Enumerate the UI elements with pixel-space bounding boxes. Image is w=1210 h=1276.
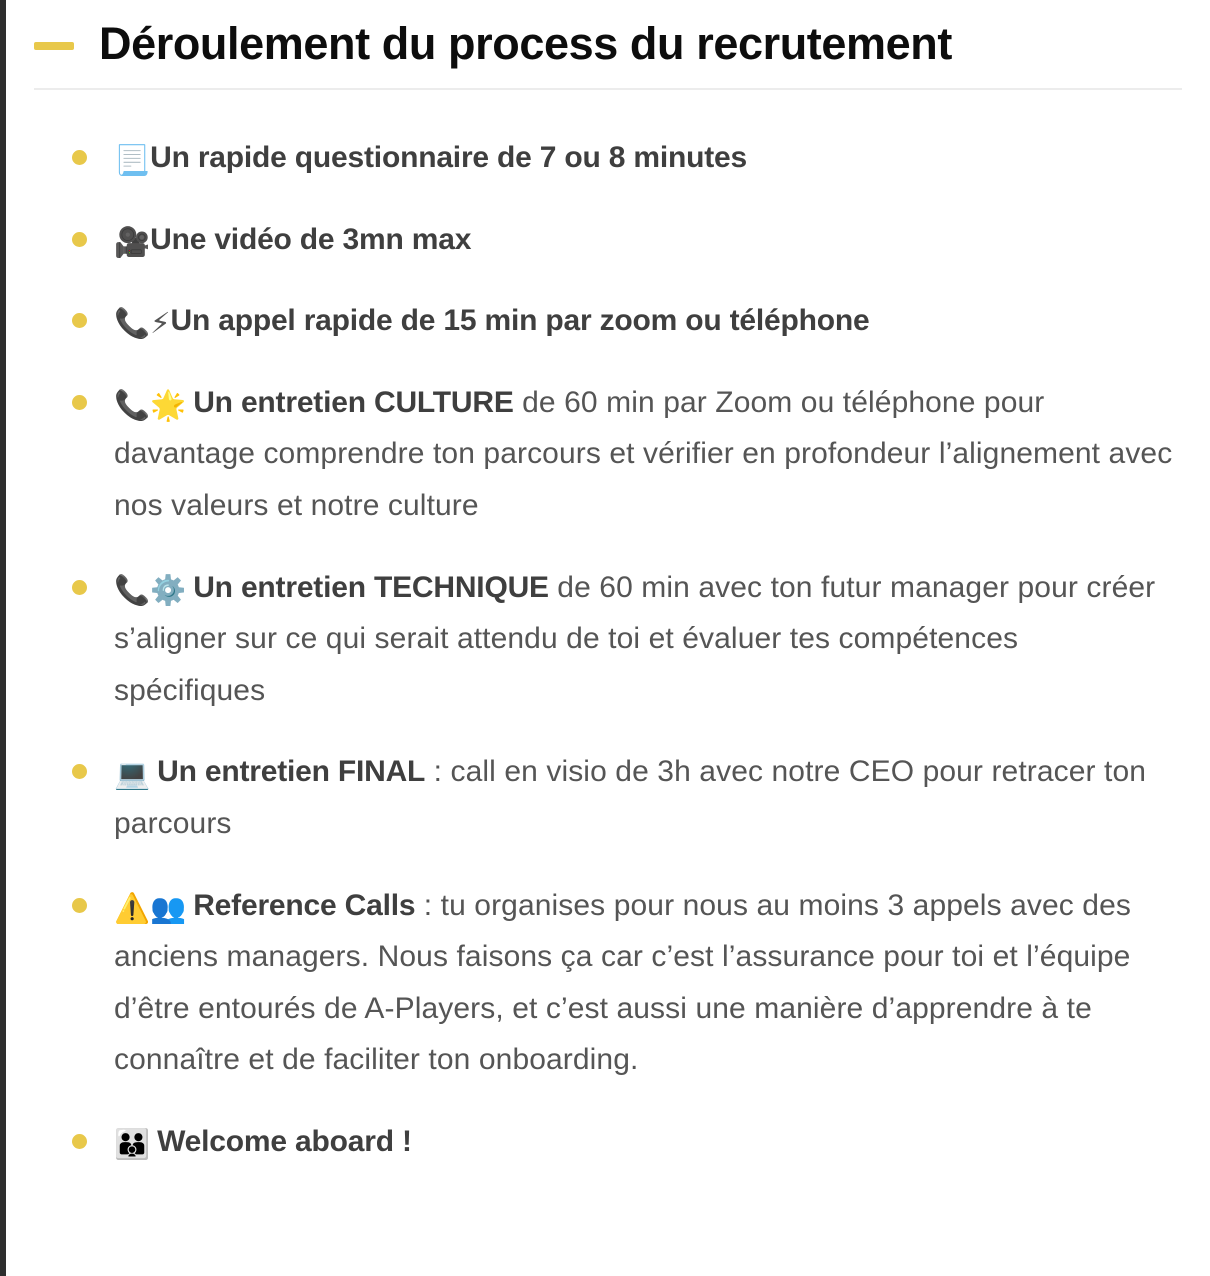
- telephone-receiver-gear-icon: 📞⚙️: [114, 572, 187, 607]
- movie-camera-icon: 🎥: [114, 224, 151, 259]
- bullet-dot-icon: [72, 579, 87, 595]
- telephone-receiver-glowing-star-icon: 📞🌟: [114, 387, 187, 422]
- bullet-dot-icon: [72, 313, 87, 329]
- step-label: Welcome aboard !: [157, 1124, 412, 1158]
- family-icon: 👨‍👨‍👦: [114, 1126, 151, 1161]
- step-label: Un entretien TECHNIQUE: [193, 570, 549, 604]
- bullet-dot-icon: [72, 150, 87, 165]
- step-label: Un appel rapide de 15 min par zoom ou té…: [170, 304, 870, 338]
- bullet-dot-icon: [72, 897, 87, 913]
- step-label: Un rapide questionnaire de 7 ou 8 minute…: [150, 141, 748, 174]
- telephone-receiver-high-voltage-icon: 📞⚡: [114, 306, 171, 341]
- laptop-icon: 💻: [114, 757, 151, 792]
- section-header: Déroulement du process du recrutement: [6, 0, 1210, 70]
- step-label: Reference Calls: [193, 888, 416, 922]
- content-area: Déroulement du process du recrutement 📃U…: [6, 0, 1210, 1276]
- bullet-dot-icon: [72, 1133, 87, 1149]
- step-label: Un entretien FINAL: [157, 755, 426, 789]
- title-dash-icon: [34, 42, 74, 50]
- list-item-final-interview: 💻 Un entretien FINAL : call en visio de 3…: [72, 746, 1176, 849]
- list-item-questionnaire: 📃Un rapide questionnaire de 7 ou 8 minut…: [72, 132, 1176, 184]
- list-item-quick-call: 📞⚡Un appel rapide de 15 min par zoom ou …: [72, 295, 1176, 347]
- list-item-culture-interview: 📞🌟 Un entretien CULTURE de 60 min par Zoo…: [72, 377, 1176, 532]
- list-item-technical-interview: 📞⚙️ Un entretien TECHNIQUE de 60 min avec…: [72, 562, 1176, 717]
- step-label: Une vidéo de 3mn max: [150, 222, 472, 256]
- step-label: Un entretien CULTURE: [193, 385, 514, 419]
- page-title: Déroulement du process du recrutement: [99, 18, 952, 70]
- list-item-video: 🎥Une vidéo de 3mn max: [72, 214, 1176, 266]
- bullet-dot-icon: [72, 394, 87, 410]
- bullet-dot-icon: [72, 764, 87, 780]
- list-item-welcome: 👨‍👨‍👦 Welcome aboard !: [72, 1116, 1176, 1168]
- page-with-curl-icon: 📃: [114, 143, 151, 177]
- list-item-reference-calls: ⚠️👥 Reference Calls : tu organises pour n…: [72, 880, 1176, 1086]
- warning-busts-in-silhouette-icon: ⚠️👥: [114, 890, 187, 925]
- process-steps-list: 📃Un rapide questionnaire de 7 ou 8 minut…: [6, 90, 1210, 1168]
- bullet-dot-icon: [72, 231, 87, 247]
- recruitment-process-page: Déroulement du process du recrutement 📃U…: [0, 0, 1210, 1276]
